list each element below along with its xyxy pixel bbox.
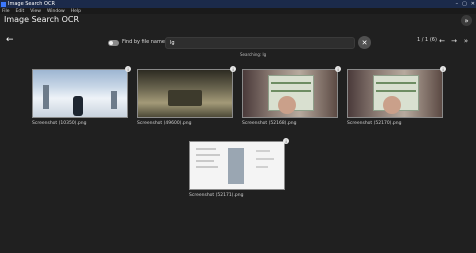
app-icon: [1, 1, 6, 7]
menu-view[interactable]: View: [30, 9, 41, 14]
menu-edit[interactable]: Edit: [16, 9, 25, 14]
card-stripe: [271, 90, 311, 92]
info-badge[interactable]: i: [335, 66, 341, 72]
image-panel: [228, 148, 244, 184]
result-caption: Screenshot (10350).png: [32, 121, 87, 126]
result-thumbnail[interactable]: [32, 69, 128, 118]
result-thumbnail[interactable]: [189, 141, 285, 190]
info-badge[interactable]: i: [440, 66, 446, 72]
back-button[interactable]: ←: [6, 35, 14, 45]
info-badge[interactable]: i: [283, 138, 289, 144]
info-badge[interactable]: i: [125, 66, 131, 72]
arrow-left-icon: ←: [6, 35, 14, 45]
info-badge[interactable]: i: [230, 66, 236, 72]
text-line: [196, 154, 220, 156]
card-stripe: [376, 82, 416, 84]
card-stripe: [376, 90, 416, 92]
thumb-shape: [278, 96, 296, 114]
page-indicator: 1 / 1 (6): [417, 37, 437, 43]
text-line: [256, 150, 270, 152]
menu-bar: File Edit View Window Help: [0, 8, 476, 14]
card-stripe: [271, 82, 311, 84]
last-page-button[interactable]: »: [460, 35, 472, 47]
page-title: Image Search OCR: [4, 15, 80, 24]
thumb-shape: [383, 96, 401, 114]
text-line: [256, 158, 274, 160]
clear-search-button[interactable]: ✕: [358, 36, 371, 49]
window-controls: – ▢ ✕: [456, 1, 475, 7]
result-thumbnail[interactable]: [347, 69, 443, 118]
close-window-button[interactable]: ✕: [471, 1, 475, 7]
tree-shape: [111, 91, 117, 109]
search-input[interactable]: [165, 37, 355, 49]
minimize-button[interactable]: –: [456, 1, 459, 7]
double-chevron-right-icon[interactable]: »: [461, 15, 472, 26]
window-titlebar: Image Search OCR – ▢ ✕: [0, 0, 476, 8]
menu-help[interactable]: Help: [71, 9, 81, 14]
result-caption: Screenshot (49600).png: [137, 121, 192, 126]
double-chevron-right-icon: »: [463, 37, 469, 45]
prev-page-button[interactable]: ←: [436, 35, 448, 47]
next-page-button[interactable]: →: [448, 35, 460, 47]
arrow-right-icon: →: [451, 37, 457, 45]
text-line: [196, 148, 216, 150]
result-thumbnail[interactable]: [242, 69, 338, 118]
figure-shape: [73, 96, 83, 116]
arrow-left-icon: ←: [439, 37, 445, 45]
vehicle-shape: [168, 90, 202, 106]
result-caption: Screenshot (52171).png: [189, 193, 244, 198]
window-title: Image Search OCR: [8, 1, 55, 7]
toggle-label: Find by file name: [122, 39, 165, 45]
text-line: [196, 160, 214, 162]
search-status: Searching: lg: [240, 52, 267, 57]
find-by-filename-toggle[interactable]: [108, 40, 119, 46]
result-thumbnail[interactable]: [137, 69, 233, 118]
result-caption: Screenshot (52168).png: [242, 121, 297, 126]
menu-file[interactable]: File: [2, 9, 10, 14]
menu-window[interactable]: Window: [47, 9, 65, 14]
tree-shape: [43, 85, 49, 109]
result-caption: Screenshot (52170).png: [347, 121, 402, 126]
maximize-button[interactable]: ▢: [462, 1, 467, 7]
close-icon: ✕: [361, 38, 368, 47]
text-line: [196, 166, 218, 168]
toggle-knob: [109, 41, 113, 45]
text-line: [256, 166, 268, 168]
